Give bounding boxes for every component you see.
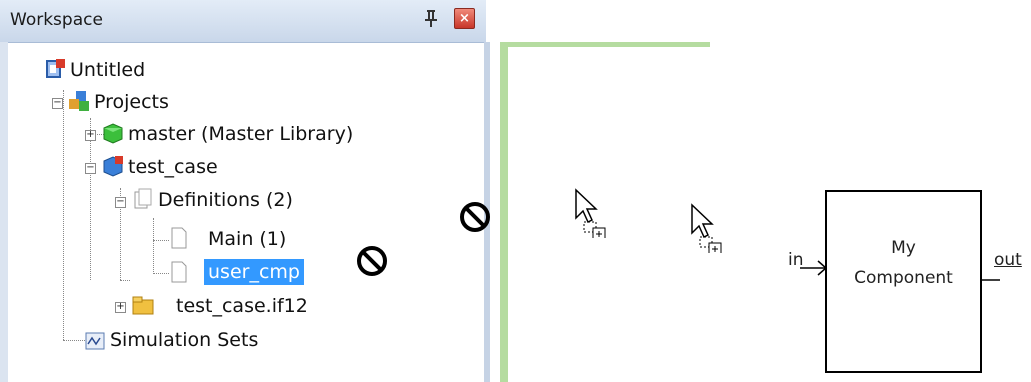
tree-label-if12[interactable]: test_case.if12 <box>176 293 308 319</box>
tree-label-user-cmp[interactable]: user_cmp <box>204 259 304 285</box>
tree-item-projects[interactable] <box>68 90 90 116</box>
simulation-sets-icon <box>85 332 105 350</box>
tree-item-master[interactable] <box>102 122 124 148</box>
library-cube-green-icon <box>103 123 123 144</box>
tree-item-main[interactable] <box>168 227 190 253</box>
panel-border-left <box>0 42 8 382</box>
component-label-line2: Component <box>854 268 953 288</box>
collapse-projects-icon[interactable]: − <box>52 98 63 109</box>
pin-icon[interactable] <box>424 9 438 31</box>
tree-item-definitions[interactable] <box>132 188 154 214</box>
tree-label-master[interactable]: master (Master Library) <box>128 121 353 147</box>
collapse-test-case-icon[interactable]: − <box>85 163 96 174</box>
tree-line <box>63 90 64 340</box>
close-icon: × <box>459 11 470 26</box>
tree-line <box>153 218 154 274</box>
tree-item-test-case[interactable] <box>102 155 124 181</box>
canvas-border-left <box>500 42 508 382</box>
tree-label-untitled[interactable]: Untitled <box>70 57 145 83</box>
definitions-icon <box>134 188 152 209</box>
projects-icon <box>69 91 89 111</box>
workspace-file-icon <box>46 59 65 78</box>
tree-label-test-case[interactable]: test_case <box>128 154 218 180</box>
close-button[interactable]: × <box>454 8 475 29</box>
expand-if12-icon[interactable]: + <box>115 302 126 313</box>
tree-line <box>120 280 130 281</box>
project-cube-icon <box>103 156 123 177</box>
workspace-title: Workspace <box>10 10 103 30</box>
document-icon <box>171 261 187 283</box>
component-label-line1: My <box>891 238 916 258</box>
tree-line <box>153 240 169 241</box>
drag-copy-cursor-icon <box>574 188 614 242</box>
canvas-border-top <box>500 42 710 47</box>
tree-line <box>90 118 91 280</box>
tree-label-main[interactable]: Main (1) <box>208 226 286 252</box>
port-in-arrow[interactable] <box>800 258 828 282</box>
drag-copy-cursor-icon <box>690 203 730 257</box>
expand-master-icon[interactable]: + <box>85 130 96 141</box>
tree-item-untitled[interactable] <box>44 58 66 84</box>
no-drop-icon <box>458 200 492 238</box>
collapse-definitions-icon[interactable]: − <box>115 197 126 208</box>
tree-line <box>63 340 85 341</box>
no-drop-icon <box>355 244 389 284</box>
tree-label-projects[interactable]: Projects <box>94 89 169 115</box>
tree-line <box>153 273 169 274</box>
tree-item-if12[interactable] <box>132 294 154 320</box>
port-out-label: out <box>994 250 1022 270</box>
tree-label-definitions[interactable]: Definitions (2) <box>158 187 293 213</box>
tree-item-simulation-sets[interactable] <box>84 330 106 356</box>
tree-item-user-cmp[interactable] <box>168 261 190 287</box>
tree-label-simulation-sets[interactable]: Simulation Sets <box>110 327 258 353</box>
document-icon <box>171 227 187 249</box>
folder-icon <box>132 296 154 315</box>
